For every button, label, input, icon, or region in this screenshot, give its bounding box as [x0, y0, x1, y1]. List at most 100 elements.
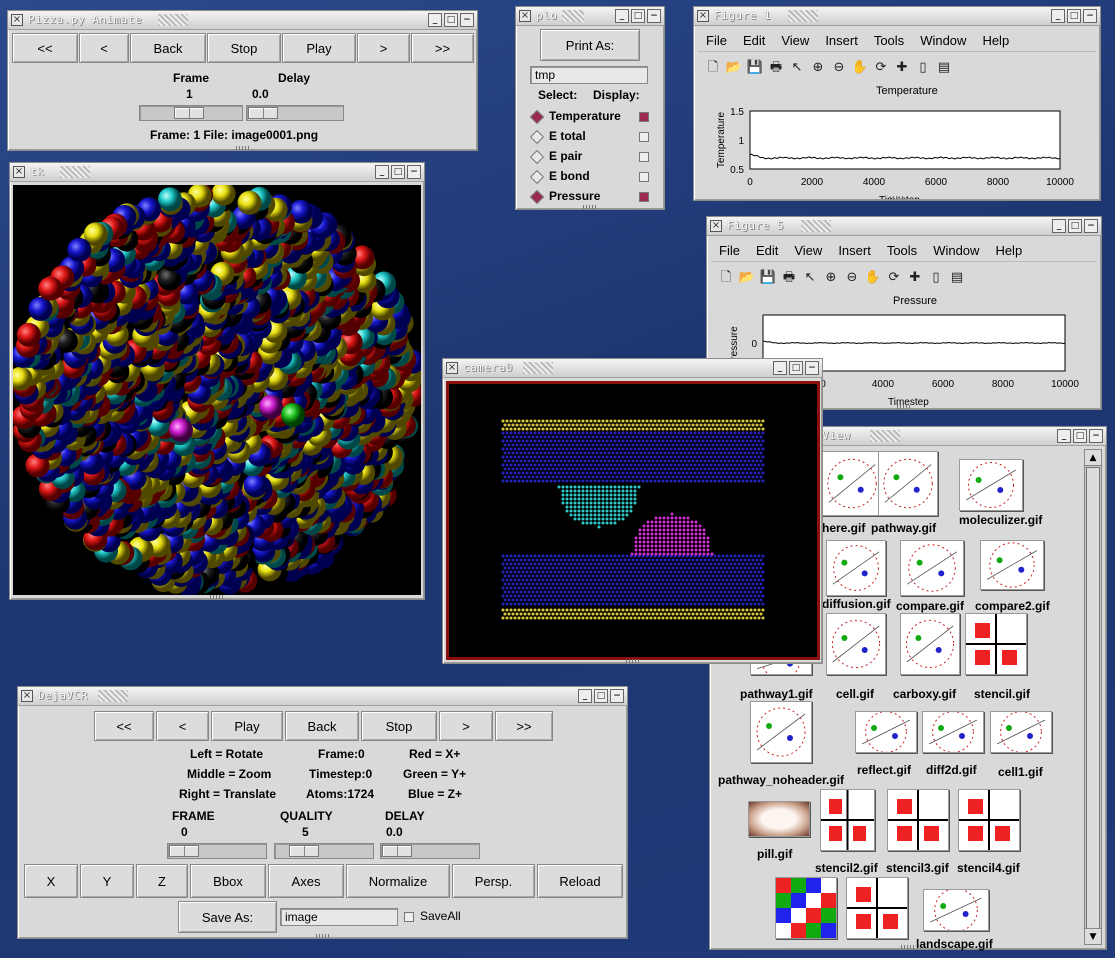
thumbnail-image[interactable]	[887, 789, 949, 851]
animate-stop-button[interactable]: Stop	[207, 33, 281, 63]
open-icon[interactable]: 📂	[738, 269, 756, 287]
animate-prev-button[interactable]: <	[79, 33, 129, 63]
minimize-icon[interactable]: _	[1052, 219, 1066, 233]
plo-display-checkbox[interactable]	[639, 172, 649, 182]
reload-button[interactable]: Reload	[537, 864, 623, 898]
maximize-icon[interactable]: □	[789, 361, 803, 375]
animate-back-button[interactable]: Back	[130, 33, 206, 63]
save-icon[interactable]: 💾	[759, 269, 777, 287]
minimize-icon[interactable]: _	[428, 13, 442, 27]
plo-select-radio[interactable]	[529, 189, 545, 205]
plo-display-checkbox[interactable]	[639, 152, 649, 162]
print-as-button[interactable]: Print As:	[540, 29, 640, 61]
thumbnail-image[interactable]	[775, 877, 837, 939]
thumbnail-image[interactable]	[820, 789, 875, 851]
plo-display-checkbox[interactable]	[639, 192, 649, 202]
thumbnail-image[interactable]	[959, 459, 1023, 511]
minimize-icon[interactable]: _	[1051, 9, 1065, 23]
figure1-titlebar[interactable]: × Figure 1 _ □ −	[694, 7, 1100, 26]
open-icon[interactable]: 📂	[725, 59, 743, 77]
imageview-scrollbar[interactable]: ▲ ▼	[1084, 449, 1102, 945]
minimize-icon[interactable]: _	[615, 9, 629, 23]
save-filename-input[interactable]: image	[280, 908, 398, 926]
zoom-out-icon[interactable]: ⊖	[843, 269, 861, 287]
pan-icon[interactable]: ✋	[851, 59, 869, 77]
vcr-play-button[interactable]: Play	[211, 711, 283, 741]
perspective-button[interactable]: Persp.	[452, 864, 535, 898]
thumbnail-image[interactable]	[965, 613, 1027, 675]
vcr-back-button[interactable]: Back	[285, 711, 359, 741]
zoom-out-icon[interactable]: ⊖	[830, 59, 848, 77]
maximize-icon[interactable]: □	[391, 165, 405, 179]
print-filename-input[interactable]: tmp	[530, 66, 648, 84]
thumbnail-image[interactable]	[748, 801, 810, 837]
menu-tools[interactable]: Tools	[866, 33, 912, 48]
vcr-last-button[interactable]: >>	[495, 711, 553, 741]
vcr-stop-button[interactable]: Stop	[361, 711, 437, 741]
thumbnail-image[interactable]	[822, 451, 882, 516]
thumbnail-image[interactable]	[980, 540, 1044, 590]
plo-display-checkbox[interactable]	[639, 132, 649, 142]
axes-button[interactable]: Axes	[268, 864, 344, 898]
scroll-up-icon[interactable]: ▲	[1085, 450, 1101, 466]
molecule-render[interactable]	[13, 185, 421, 595]
vcr-delay-slider[interactable]	[380, 843, 480, 859]
delay-slider[interactable]	[246, 105, 344, 121]
camera-titlebar[interactable]: × camera0 _ □ −	[443, 359, 822, 378]
plo-display-checkbox[interactable]	[639, 112, 649, 122]
legend-icon[interactable]: ▤	[935, 59, 953, 77]
dejavcr-titlebar[interactable]: × DejaVCR _ □ −	[18, 687, 627, 706]
pan-icon[interactable]: ✋	[864, 269, 882, 287]
minimize-icon[interactable]: _	[773, 361, 787, 375]
menu-tools[interactable]: Tools	[879, 243, 925, 258]
bbox-button[interactable]: Bbox	[190, 864, 266, 898]
rotate-icon[interactable]: ⟳	[872, 59, 890, 77]
vcr-first-button[interactable]: <<	[94, 711, 154, 741]
thumbnail-image[interactable]	[922, 711, 984, 753]
menu-help[interactable]: Help	[987, 243, 1030, 258]
close-icon[interactable]: −	[407, 165, 421, 179]
menu-insert[interactable]: Insert	[830, 243, 879, 258]
window-menu-icon[interactable]: ×	[697, 10, 709, 22]
vcr-quality-slider[interactable]	[274, 843, 374, 859]
window-menu-icon[interactable]: ×	[519, 10, 531, 22]
plo-titlebar[interactable]: × plo _ □ −	[516, 7, 664, 26]
save-as-button[interactable]: Save As:	[178, 901, 277, 933]
zoom-in-icon[interactable]: ⊕	[809, 59, 827, 77]
frame-slider[interactable]	[139, 105, 243, 121]
zoom-in-icon[interactable]: ⊕	[822, 269, 840, 287]
pointer-icon[interactable]: ↖	[801, 269, 819, 287]
scroll-thumb[interactable]	[1086, 467, 1100, 929]
camera-render[interactable]	[446, 381, 820, 660]
rotate-icon[interactable]: ⟳	[885, 269, 903, 287]
print-icon[interactable]: 🖶	[780, 269, 798, 287]
window-menu-icon[interactable]: ×	[21, 690, 33, 702]
figure1-plot[interactable]: TemperatureTimestep1.510.502000400060008…	[694, 99, 1102, 199]
window-menu-icon[interactable]: ×	[446, 362, 458, 374]
close-icon[interactable]: −	[610, 689, 624, 703]
colorbar-icon[interactable]: ▯	[914, 59, 932, 77]
thumbnail-image[interactable]	[990, 711, 1052, 753]
view-z-button[interactable]: Z	[136, 864, 188, 898]
animate-play-button[interactable]: Play	[282, 33, 356, 63]
thumbnail-image[interactable]	[750, 701, 812, 763]
plo-select-radio[interactable]	[529, 169, 545, 185]
maximize-icon[interactable]: □	[1067, 9, 1081, 23]
thumbnail-image[interactable]	[923, 888, 989, 932]
animate-first-button[interactable]: <<	[12, 33, 78, 63]
close-icon[interactable]: −	[647, 9, 661, 23]
close-icon[interactable]: −	[460, 13, 474, 27]
menu-file[interactable]: File	[698, 33, 735, 48]
thumbnail-image[interactable]	[900, 540, 964, 596]
vcr-prev-button[interactable]: <	[156, 711, 209, 741]
data-cursor-icon[interactable]: ✚	[893, 59, 911, 77]
thumbnail-image[interactable]	[826, 540, 886, 596]
scroll-down-icon[interactable]: ▼	[1085, 928, 1101, 944]
thumbnail-image[interactable]	[855, 711, 917, 753]
maximize-icon[interactable]: □	[594, 689, 608, 703]
data-cursor-icon[interactable]: ✚	[906, 269, 924, 287]
vcr-next-button[interactable]: >	[439, 711, 493, 741]
window-menu-icon[interactable]: ×	[13, 166, 25, 178]
tk-titlebar[interactable]: × tk _ □ −	[10, 163, 424, 182]
thumbnail-image[interactable]	[878, 451, 938, 516]
